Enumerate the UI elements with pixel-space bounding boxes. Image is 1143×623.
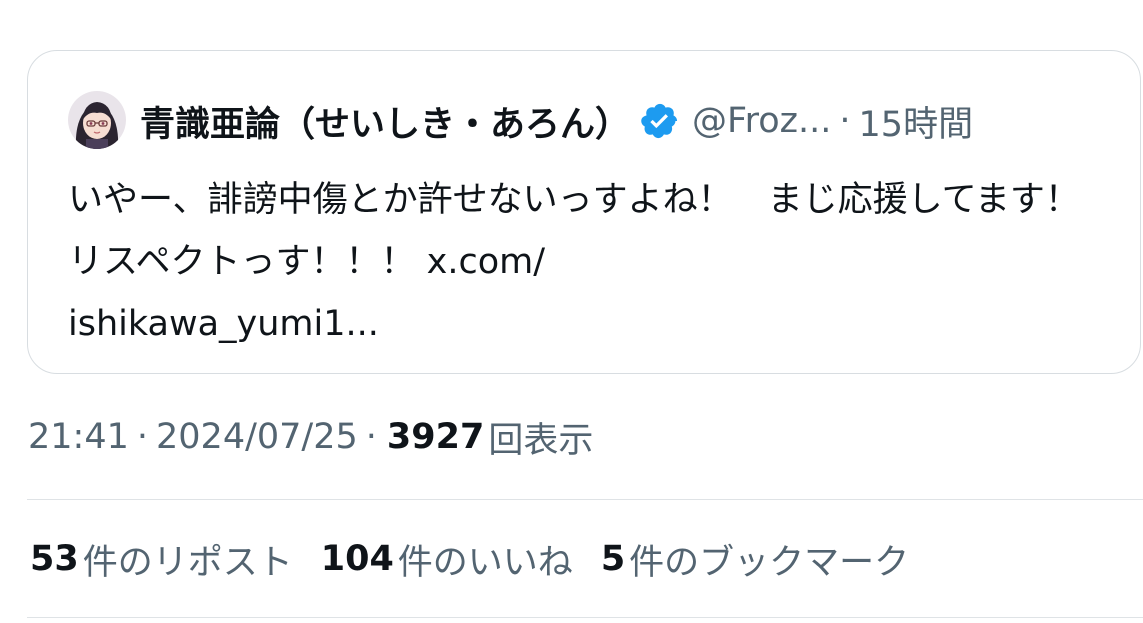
reposts-stat[interactable]: 53 件のリポスト <box>30 534 293 585</box>
separator-dot: · <box>839 101 851 141</box>
quoted-tweet-card[interactable]: 青識亜論（せいしき・あろん） @Froz... · 15時間 いやー、誹謗中傷と… <box>27 50 1141 374</box>
reposts-label: 件のリポスト <box>82 542 293 583</box>
engagement-stats: 53 件のリポスト 104 件のいいね 5 件のブックマーク <box>30 533 937 585</box>
divider <box>27 499 1143 500</box>
quoted-tweet-text[interactable]: いやー、誹謗中傷とか許せないっすよね！ まじ応援してます！ リスペクトっす！！！… <box>68 169 1108 355</box>
user-handle[interactable]: @Froz... <box>692 101 831 141</box>
views-count: 3927 <box>386 417 485 457</box>
avatar-image <box>68 91 126 149</box>
tweet-date[interactable]: 2024/07/25 <box>156 417 358 457</box>
relative-timestamp[interactable]: 15時間 <box>859 96 974 147</box>
divider <box>27 617 1143 618</box>
tweet-meta: 21:41 · 2024/07/25 · 3927 回表示 <box>28 412 593 462</box>
bookmarks-stat[interactable]: 5 件のブックマーク <box>601 534 909 585</box>
avatar[interactable] <box>68 91 126 149</box>
likes-label: 件のいいね <box>397 542 573 583</box>
likes-stat[interactable]: 104 件のいいね <box>321 534 573 585</box>
display-name[interactable]: 青識亜論（せいしき・あろん） <box>140 96 630 147</box>
separator-dot: · <box>365 417 377 457</box>
likes-count: 104 <box>320 539 394 579</box>
separator-dot: · <box>136 417 149 457</box>
bookmarks-label: 件のブックマーク <box>629 542 910 583</box>
tweet-time[interactable]: 21:41 <box>28 417 129 457</box>
reposts-count: 53 <box>30 539 79 579</box>
views-label: 回表示 <box>488 420 594 461</box>
verified-badge-icon <box>640 101 680 141</box>
quoted-tweet-header: 青識亜論（せいしき・あろん） @Froz... · 15時間 <box>140 95 973 147</box>
bookmarks-count: 5 <box>600 539 626 579</box>
